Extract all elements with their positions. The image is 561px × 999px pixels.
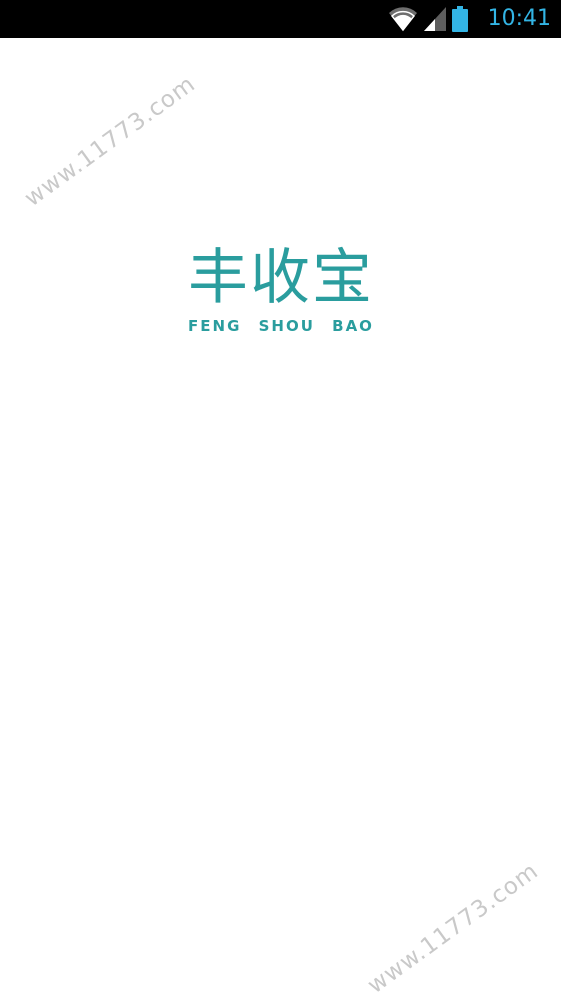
status-bar: 10:41 (0, 0, 561, 38)
cell-signal-icon (423, 7, 446, 31)
status-icons: 10:41 (388, 0, 551, 38)
status-clock: 10:41 (487, 6, 551, 31)
wifi-icon (388, 6, 418, 32)
app-logo: 丰收宝 FENG SHOU BAO (170, 243, 392, 335)
battery-icon (451, 6, 468, 32)
logo-title: 丰收宝 (188, 243, 374, 313)
logo-subtitle: FENG SHOU BAO (188, 317, 374, 335)
splash-screen (0, 38, 561, 999)
